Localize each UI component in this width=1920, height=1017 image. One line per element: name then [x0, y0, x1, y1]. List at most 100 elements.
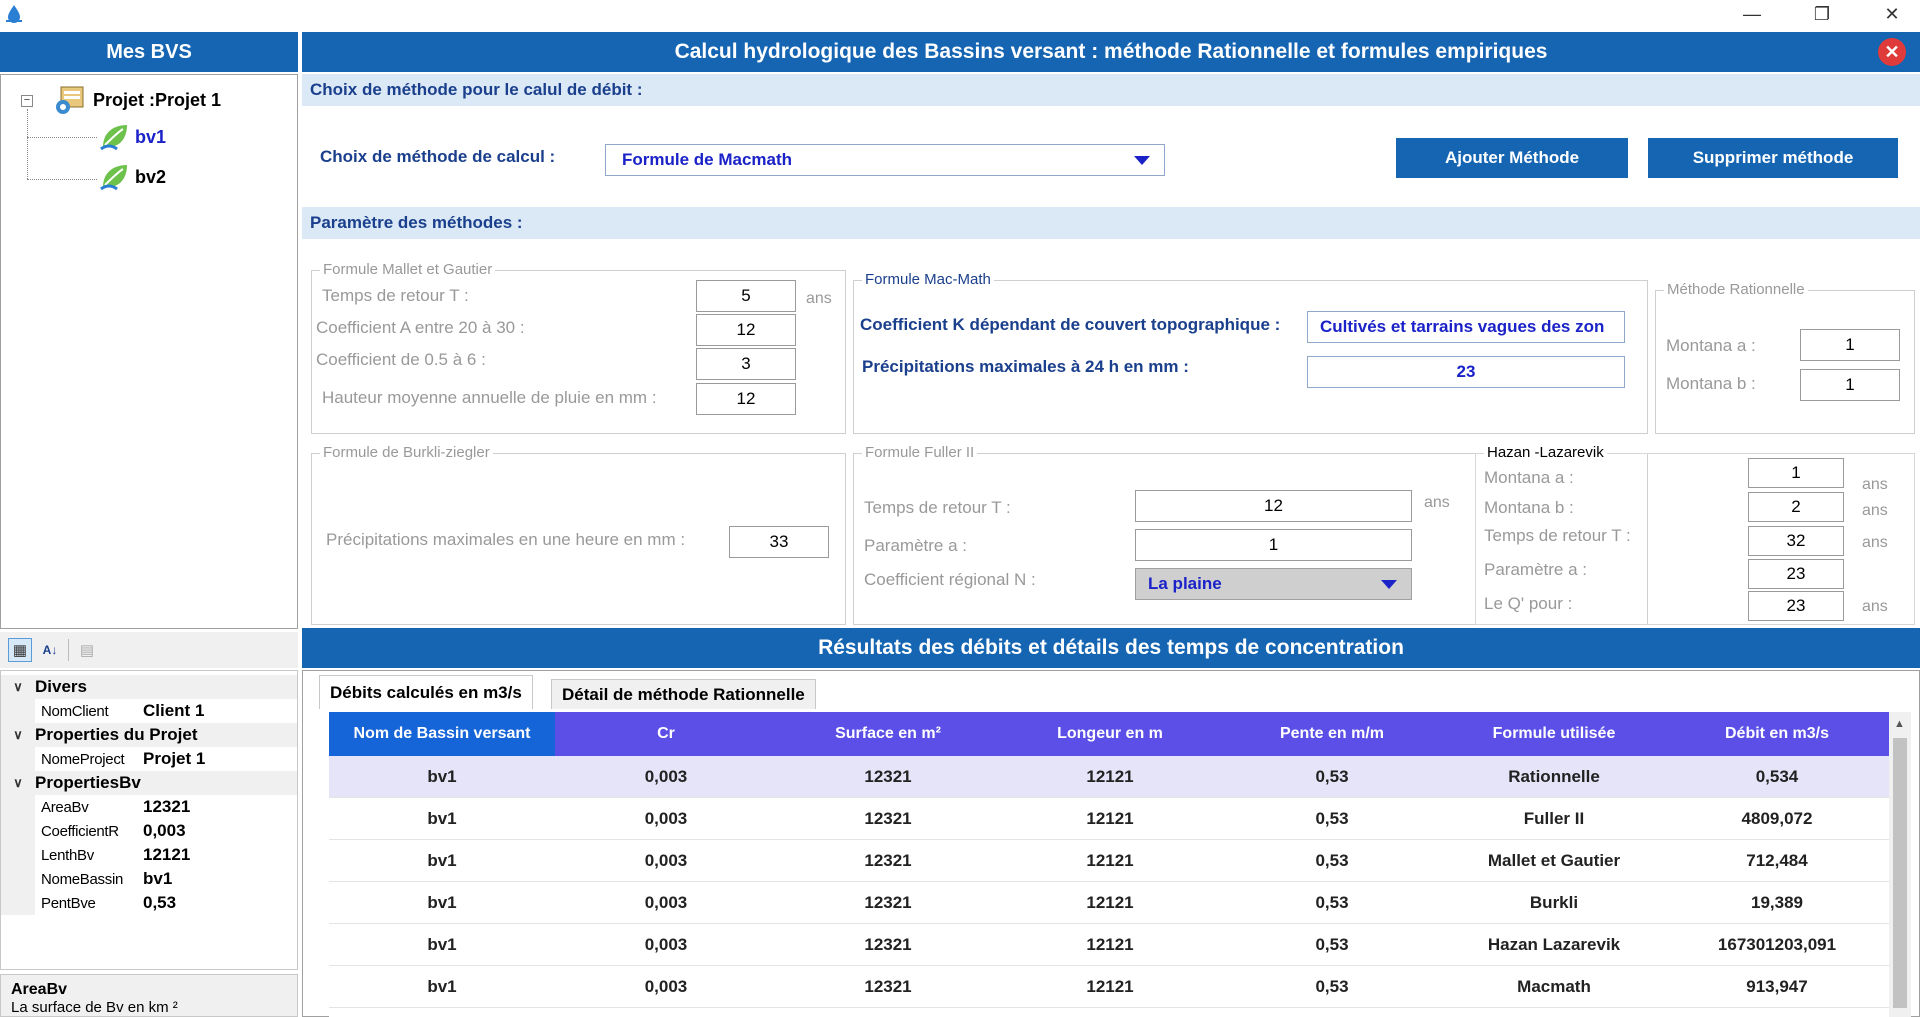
burkli-label: Précipitations maximales en une heure en…: [326, 530, 686, 549]
group-legend: Méthode Rationnelle: [1664, 281, 1808, 298]
fuller-n-select[interactable]: La plaine: [1135, 568, 1412, 600]
pg-row[interactable]: NomClient Client 1: [1, 699, 297, 723]
mallet-coef-a-input[interactable]: 12: [696, 314, 796, 346]
cell-pente: 0,53: [1315, 851, 1349, 870]
close-panel-icon[interactable]: ✕: [1878, 38, 1906, 66]
table-row[interactable]: bv1 0,003 12321 12121 0,53 Burkli 19,389: [329, 882, 1889, 924]
property-description: AreaBv La surface de Bv en km ²: [0, 974, 298, 1017]
hazan-input[interactable]: 23: [1748, 559, 1844, 589]
tab-detail-rationnelle[interactable]: Détail de méthode Rationnelle: [551, 679, 816, 709]
dropdown-arrow-icon[interactable]: [1381, 580, 1397, 589]
results-title: Résultats des débits et détails des temp…: [302, 628, 1920, 668]
hazan-input[interactable]: 32: [1748, 526, 1844, 556]
fuller-a-label: Paramètre a :: [864, 536, 967, 555]
restore-button[interactable]: ❐: [1794, 0, 1850, 28]
macmath-k-label: Coefficient K dépendant de couvert topog…: [860, 315, 1281, 334]
fuller-n-value: La plaine: [1148, 574, 1222, 593]
column-header[interactable]: Cr: [555, 712, 777, 756]
group-rationnelle: Méthode Rationnelle: [1655, 281, 1915, 434]
description-text: La surface de Bv en km ²: [11, 999, 178, 1016]
unit-label: ans: [1424, 494, 1450, 511]
column-header[interactable]: Surface en m²: [777, 712, 999, 756]
pg-row[interactable]: PentBve 0,53: [1, 891, 297, 915]
rationnelle-b-input[interactable]: 1: [1800, 369, 1900, 401]
method-select[interactable]: Formule de Macmath: [605, 144, 1165, 176]
column-header[interactable]: Débit en m3/s: [1665, 712, 1889, 756]
results-table[interactable]: Nom de Bassin versant Cr Surface en m² L…: [329, 712, 1889, 1017]
property-grid[interactable]: ∨ Divers NomClient Client 1 ∨ Properties du…: [0, 670, 298, 970]
toolbar-separator: [68, 639, 69, 661]
tree-project-node[interactable]: Projet :Projet 1: [53, 85, 221, 115]
alphabetical-sort-icon[interactable]: A↓: [38, 638, 62, 662]
cell-surface: 12321: [864, 893, 912, 912]
tree-collapse-toggle[interactable]: −: [21, 95, 33, 107]
group-legend: Formule de Burkli-ziegler: [320, 444, 493, 461]
burkli-input[interactable]: 33: [729, 526, 829, 558]
cell-cr: 0,003: [644, 767, 688, 786]
chevron-down-icon[interactable]: ∨: [1, 679, 35, 695]
minimize-button[interactable]: —: [1724, 0, 1780, 28]
hazan-input[interactable]: 2: [1748, 492, 1844, 522]
window-close-button[interactable]: ✕: [1864, 0, 1920, 28]
project-tree[interactable]: − Projet :Projet 1 bv1 bv2: [0, 74, 298, 629]
cell-pente: 0,53: [1315, 809, 1349, 828]
unit-label: ans: [1862, 502, 1888, 519]
property-pages-icon[interactable]: ▤: [75, 638, 99, 662]
pg-row[interactable]: AreaBv 12321: [1, 795, 297, 819]
pg-row[interactable]: NomeBassin bv1: [1, 867, 297, 891]
group-legend: Formule Fuller II: [862, 444, 978, 461]
pg-category-divers[interactable]: ∨ Divers: [1, 675, 297, 699]
mallet-return-period-input[interactable]: 5: [696, 280, 796, 312]
hazan-input[interactable]: 23: [1748, 591, 1844, 621]
scrollbar-thumb[interactable]: [1893, 738, 1907, 1008]
cell-surface: 12321: [864, 977, 912, 996]
fuller-t-input[interactable]: 12: [1135, 490, 1412, 522]
delete-method-button[interactable]: Supprimer méthode: [1648, 138, 1898, 178]
cell-bassin: bv1: [427, 851, 457, 870]
tree-node-bv2[interactable]: bv2: [99, 163, 166, 191]
cell-surface: 12321: [864, 809, 912, 828]
mallet-label: Coefficient A entre 20 à 30 :: [316, 318, 525, 337]
pg-row[interactable]: NomeProject Projet 1: [1, 747, 297, 771]
table-row[interactable]: bv1 0,003 12321 12121 0,53 Hazan Lazarevik 167…: [329, 924, 1889, 966]
table-row[interactable]: bv1 0,003 12321 12121 0,53 Rationnelle 0,534: [329, 756, 1889, 798]
macmath-p-input[interactable]: 23: [1307, 356, 1625, 388]
rationnelle-a-label: Montana a :: [1666, 336, 1756, 355]
mallet-coef-input[interactable]: 3: [696, 348, 796, 380]
tree-node-bv1[interactable]: bv1: [99, 123, 166, 151]
table-row[interactable]: bv1 0,003 12321 12121 0,53 Mallet et Gautier 7…: [329, 840, 1889, 882]
table-row[interactable]: bv1 0,003 12321 12121 0,53 Fuller II 4809,072: [329, 798, 1889, 840]
tree-connector-bv1: [27, 137, 97, 138]
chevron-down-icon[interactable]: ∨: [1, 727, 35, 743]
hazan-label: Temps de retour T :: [1484, 526, 1631, 545]
table-scrollbar[interactable]: ▲: [1889, 712, 1911, 1017]
column-header[interactable]: Pente en m/m: [1221, 712, 1443, 756]
fuller-n-label: Coefficient régional N :: [864, 570, 1036, 589]
cell-longueur: 12121: [1086, 893, 1134, 912]
table-row[interactable]: bv1 0,003 12321 12121 0,53 Macmath 913,947: [329, 966, 1889, 1008]
categorized-view-icon[interactable]: ▦: [8, 638, 32, 662]
add-method-button[interactable]: Ajouter Méthode: [1396, 138, 1628, 178]
column-header[interactable]: Longeur en m: [999, 712, 1221, 756]
basin-leaf-icon: [100, 165, 127, 191]
pg-category-bv[interactable]: ∨ PropertiesBv: [1, 771, 297, 795]
dropdown-arrow-icon[interactable]: [1134, 156, 1150, 165]
fuller-a-input[interactable]: 1: [1135, 529, 1412, 561]
cell-formule: Macmath: [1517, 977, 1591, 996]
pg-row[interactable]: LenthBv 12121: [1, 843, 297, 867]
tab-debits[interactable]: Débits calculés en m3/s: [319, 675, 533, 709]
property-grid-toolbar: ▦ A↓ ▤: [0, 632, 298, 668]
hazan-input[interactable]: 1: [1748, 458, 1844, 488]
left-panel-title: Mes BVS: [0, 32, 298, 72]
pg-row[interactable]: CoefficientR 0,003: [1, 819, 297, 843]
pg-category-projet[interactable]: ∨ Properties du Projet: [1, 723, 297, 747]
cell-cr: 0,003: [644, 893, 688, 912]
column-header[interactable]: Nom de Bassin versant: [329, 712, 555, 756]
cell-pente: 0,53: [1315, 893, 1349, 912]
mallet-rain-height-input[interactable]: 12: [696, 383, 796, 415]
chevron-down-icon[interactable]: ∨: [1, 775, 35, 791]
scroll-up-icon[interactable]: ▲: [1894, 718, 1905, 730]
column-header[interactable]: Formule utilisée: [1443, 712, 1665, 756]
macmath-k-select[interactable]: Cultivés et tarrains vagues des zon: [1307, 311, 1625, 343]
rationnelle-a-input[interactable]: 1: [1800, 329, 1900, 361]
